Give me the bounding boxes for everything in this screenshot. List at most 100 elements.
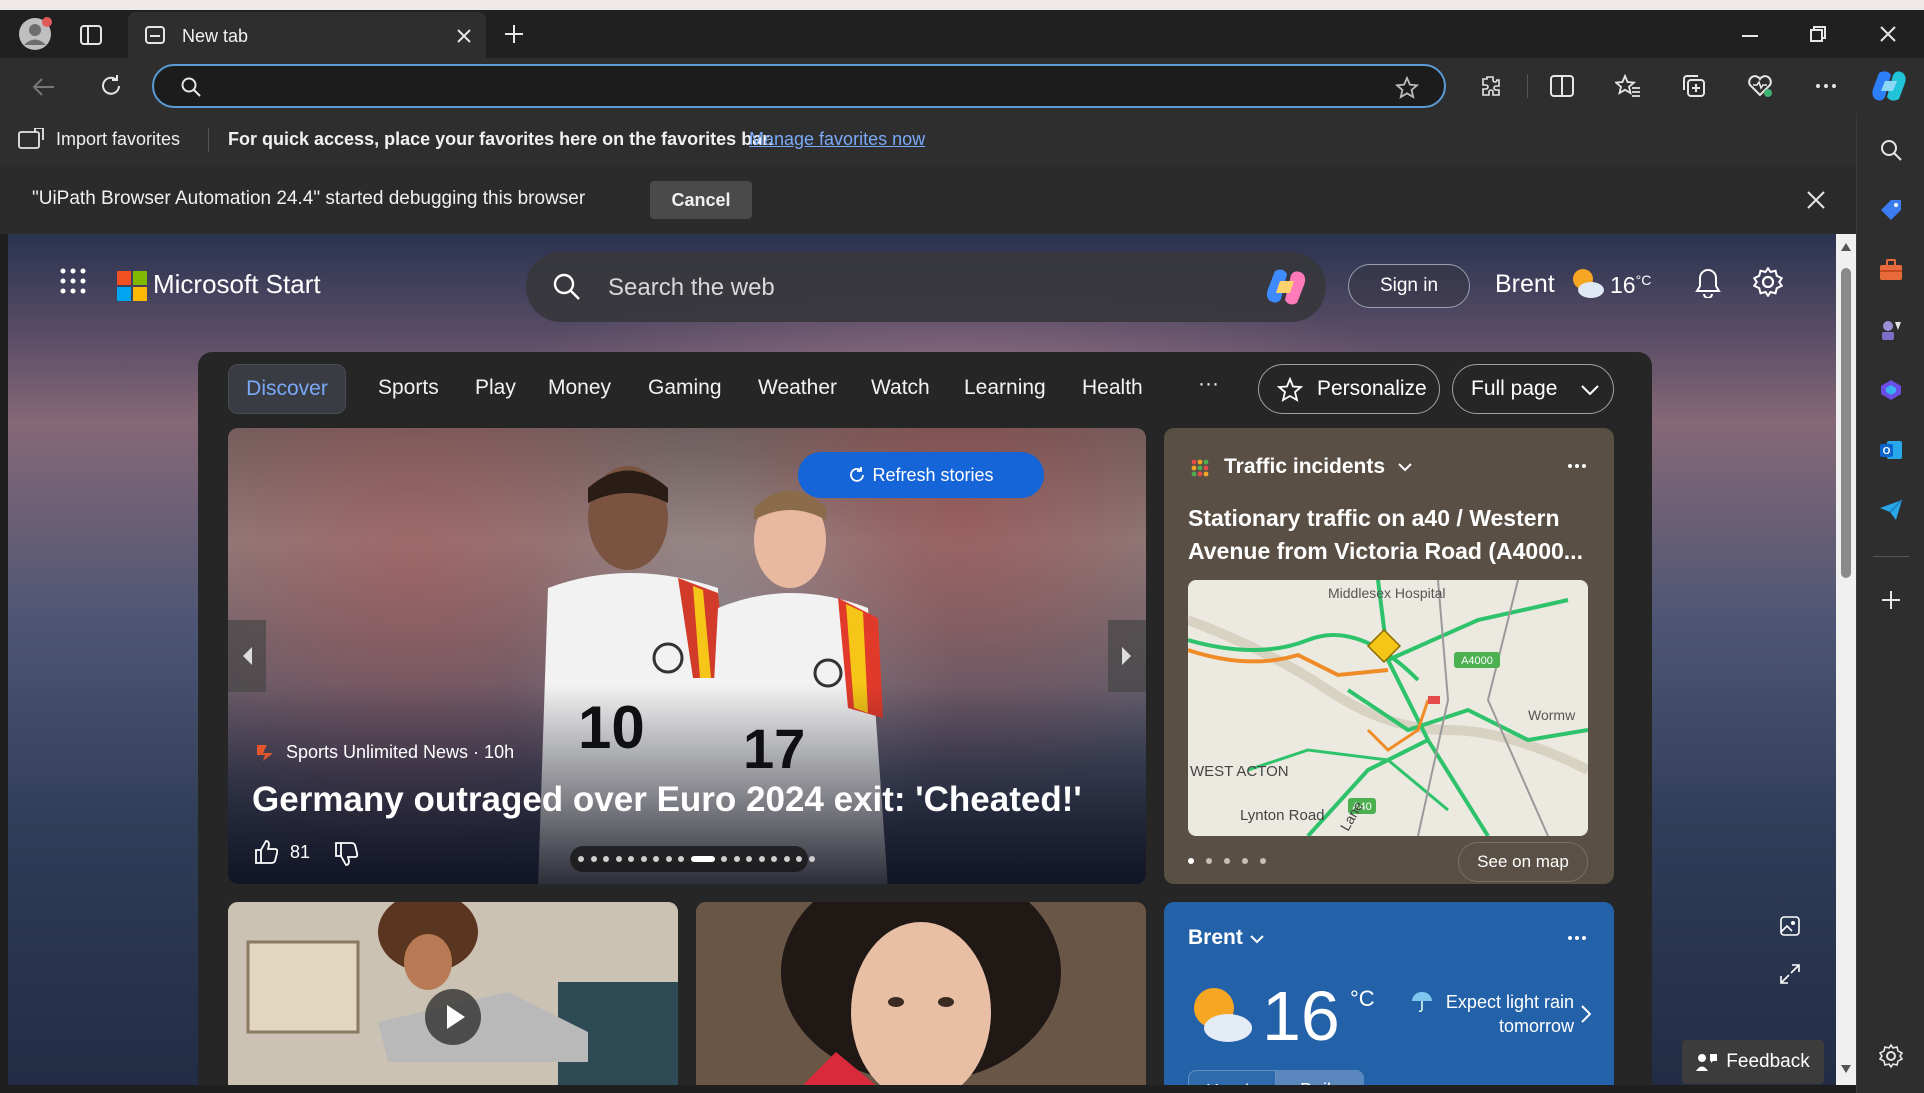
refresh-stories-button[interactable]: Refresh stories xyxy=(798,452,1044,498)
tab-gaming[interactable]: Gaming xyxy=(648,376,722,400)
sidebar-search-icon[interactable] xyxy=(1877,136,1905,164)
hero-slide-dot[interactable] xyxy=(808,856,815,862)
traffic-header[interactable]: Traffic incidents xyxy=(1224,455,1385,479)
hero-slide-dot[interactable] xyxy=(628,856,634,862)
scroll-up-icon[interactable] xyxy=(1840,242,1852,252)
hero-slide-dot[interactable] xyxy=(640,856,647,862)
scroll-down-icon[interactable] xyxy=(1840,1064,1852,1074)
traffic-headline[interactable]: Stationary traffic on a40 / Western Aven… xyxy=(1188,502,1598,568)
weather-location[interactable]: Brent xyxy=(1188,926,1243,950)
hero-slide-dot[interactable] xyxy=(733,856,740,862)
close-infobar-icon[interactable] xyxy=(1804,188,1828,212)
favorites-icon[interactable] xyxy=(1614,72,1642,100)
browser-essentials-icon[interactable] xyxy=(1746,72,1774,100)
hero-source[interactable]: Sports Unlimited News · 10h xyxy=(286,742,514,763)
games-icon[interactable] xyxy=(1877,316,1905,344)
split-screen-icon[interactable] xyxy=(1548,72,1576,100)
profile-avatar-icon[interactable] xyxy=(16,16,54,52)
forecast-chevron-right-icon[interactable] xyxy=(1578,1004,1594,1024)
tab-money[interactable]: Money xyxy=(548,376,611,400)
hero-slide-dot[interactable] xyxy=(615,856,622,862)
weather-forecast[interactable]: Expect light rain tomorrow xyxy=(1404,990,1574,1038)
app-launcher-icon[interactable] xyxy=(58,266,88,296)
hero-slide-dot[interactable] xyxy=(758,856,765,862)
hero-slide-dot[interactable] xyxy=(746,856,752,862)
tab-hourly[interactable]: Hourly xyxy=(1188,1070,1276,1085)
traffic-page-dot[interactable] xyxy=(1260,858,1266,864)
traffic-card[interactable]: Traffic incidents Stationary traffic on … xyxy=(1164,428,1614,884)
traffic-map[interactable]: A4000 A40 Middlesex Hospital Wormw WEST … xyxy=(1188,580,1588,836)
hero-slide-dot[interactable] xyxy=(771,856,777,862)
restore-icon[interactable] xyxy=(1806,22,1830,46)
scrollbar-thumb[interactable] xyxy=(1841,268,1851,578)
more-options-icon[interactable] xyxy=(1812,72,1840,100)
dislike-icon[interactable] xyxy=(332,840,360,868)
traffic-more-icon[interactable] xyxy=(1564,458,1590,474)
shopping-tag-icon[interactable] xyxy=(1877,196,1905,224)
close-window-icon[interactable] xyxy=(1876,22,1900,46)
weather-chevron-down-icon[interactable] xyxy=(1248,932,1266,946)
tab-weather[interactable]: Weather xyxy=(758,376,837,400)
page-scrollbar[interactable] xyxy=(1836,234,1856,1085)
tab-new-tab[interactable]: New tab xyxy=(128,12,486,58)
hero-slide-dot[interactable] xyxy=(721,856,727,862)
traffic-pagination[interactable] xyxy=(1188,856,1278,866)
copilot-designer-icon[interactable] xyxy=(1877,376,1905,404)
extensions-icon[interactable] xyxy=(1476,72,1504,100)
portrait-story-card[interactable] xyxy=(696,902,1146,1085)
web-search-box[interactable]: Search the web xyxy=(526,252,1326,322)
manage-favorites-link[interactable]: Manage favorites now xyxy=(749,129,925,150)
hero-story-card[interactable]: 10 17 Refresh stories xyxy=(228,428,1146,884)
minimize-icon[interactable] xyxy=(1738,24,1762,48)
copilot-search-icon[interactable] xyxy=(1264,266,1308,308)
tab-health[interactable]: Health xyxy=(1082,376,1143,400)
page-settings-icon[interactable] xyxy=(1752,266,1784,298)
weather-card[interactable]: Brent 16 °C Expect light rain tomorrow H… xyxy=(1164,902,1614,1085)
weather-more-icon[interactable] xyxy=(1564,930,1590,946)
hero-slide-dot[interactable] xyxy=(796,856,802,862)
cancel-debugging-button[interactable]: Cancel xyxy=(650,181,752,219)
fitness-video-card[interactable] xyxy=(228,902,678,1085)
outlook-icon[interactable]: O xyxy=(1877,436,1905,464)
like-icon[interactable] xyxy=(252,838,280,866)
hero-slide-dot[interactable] xyxy=(653,856,659,862)
import-favorites-link[interactable]: Import favorites xyxy=(56,129,180,150)
hero-slide-dot[interactable] xyxy=(590,856,597,862)
hero-slide-dot[interactable] xyxy=(690,856,715,862)
see-on-map-button[interactable]: See on map xyxy=(1458,842,1588,882)
hero-next-button[interactable] xyxy=(1108,620,1146,692)
tab-discover[interactable]: Discover xyxy=(228,364,346,414)
tab-play[interactable]: Play xyxy=(475,376,516,400)
favorite-star-icon[interactable] xyxy=(1394,75,1420,101)
hero-slide-dot[interactable] xyxy=(665,856,672,862)
header-location[interactable]: Brent xyxy=(1495,270,1555,299)
sidebar-settings-icon[interactable] xyxy=(1877,1042,1905,1070)
tab-learning[interactable]: Learning xyxy=(964,376,1046,400)
feedback-button[interactable]: Feedback xyxy=(1682,1040,1824,1084)
play-video-icon[interactable] xyxy=(424,988,482,1046)
traffic-page-dot[interactable] xyxy=(1224,858,1230,864)
tab-daily[interactable]: Daily xyxy=(1276,1070,1364,1085)
tools-briefcase-icon[interactable] xyxy=(1877,256,1905,284)
background-image-icon[interactable] xyxy=(1778,914,1802,938)
import-favorites-icon[interactable] xyxy=(18,128,44,152)
traffic-page-dot[interactable] xyxy=(1188,858,1194,864)
hero-slide-dot[interactable] xyxy=(783,856,790,862)
send-telegram-icon[interactable] xyxy=(1877,496,1905,524)
back-icon[interactable] xyxy=(28,72,58,102)
layout-dropdown[interactable]: Full page xyxy=(1452,364,1614,414)
tab-watch[interactable]: Watch xyxy=(871,376,930,400)
expand-icon[interactable] xyxy=(1778,962,1802,986)
notifications-bell-icon[interactable] xyxy=(1692,266,1724,300)
header-temperature[interactable]: 16°C xyxy=(1610,272,1651,299)
more-tabs-button[interactable]: ··· xyxy=(1198,372,1219,396)
hero-slide-dot[interactable] xyxy=(603,856,609,862)
add-sidebar-app-icon[interactable] xyxy=(1877,586,1905,614)
sign-in-button[interactable]: Sign in xyxy=(1348,264,1470,308)
traffic-chevron-down-icon[interactable] xyxy=(1396,460,1414,474)
hero-title[interactable]: Germany outraged over Euro 2024 exit: 'C… xyxy=(252,780,1082,820)
collections-icon[interactable] xyxy=(1680,72,1708,100)
traffic-page-dot[interactable] xyxy=(1206,858,1212,864)
address-bar[interactable] xyxy=(152,64,1446,108)
copilot-icon[interactable] xyxy=(1870,68,1908,104)
